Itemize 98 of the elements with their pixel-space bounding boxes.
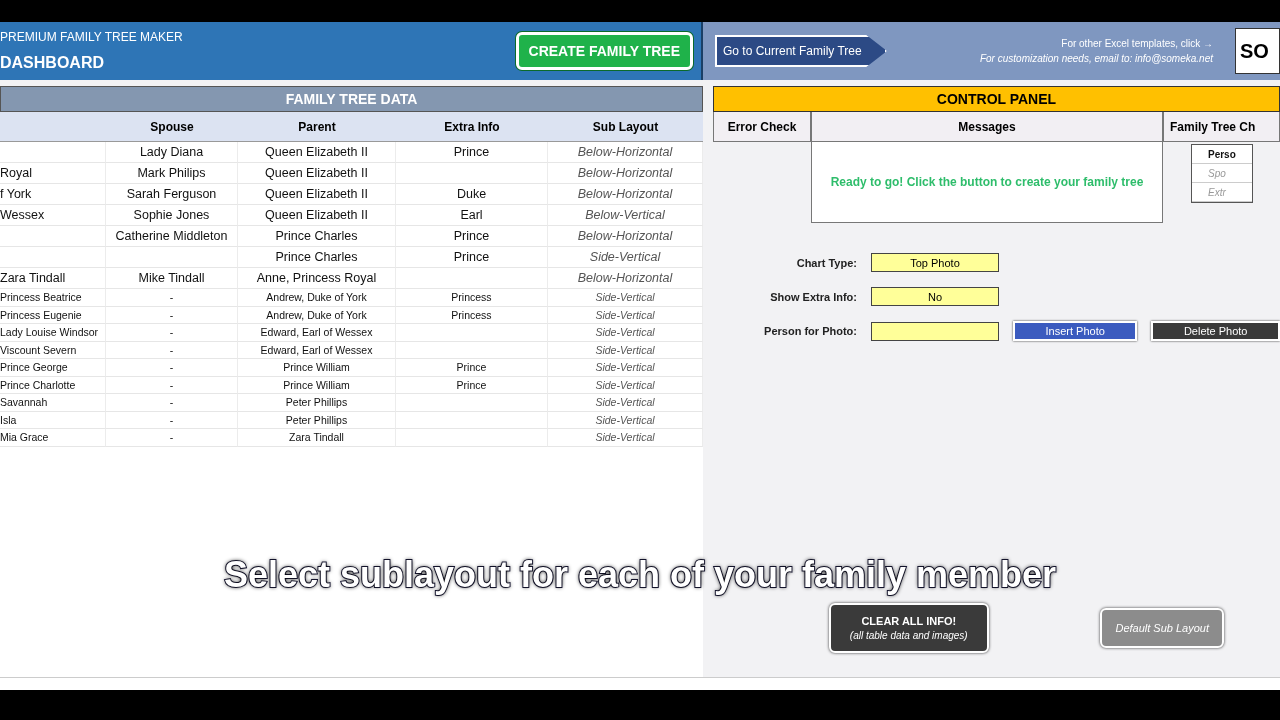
table-cell: Andrew, Duke of York bbox=[238, 306, 396, 324]
table-cell: - bbox=[106, 289, 238, 307]
table-cell: Earl bbox=[396, 205, 548, 226]
table-cell: Below-Horizontal bbox=[548, 163, 703, 184]
table-cell: Sophie Jones bbox=[106, 205, 238, 226]
table-cell: Prince bbox=[396, 226, 548, 247]
horizontal-scrollbar[interactable] bbox=[0, 677, 1280, 690]
table-cell: Mia Grace bbox=[0, 429, 106, 447]
table-cell: Prince bbox=[396, 359, 548, 377]
table-cell: Princess Eugenie bbox=[0, 306, 106, 324]
table-cell: Princess Beatrice bbox=[0, 289, 106, 307]
table-cell: Prince William bbox=[238, 376, 396, 394]
input-field[interactable]: Top Photo bbox=[871, 253, 999, 272]
table-cell: Below-Horizontal bbox=[548, 226, 703, 247]
table-cell: Side-Vertical bbox=[548, 411, 703, 429]
table-cell: Queen Elizabeth II bbox=[238, 163, 396, 184]
table-cell: Side-Vertical bbox=[548, 324, 703, 342]
table-cell: Queen Elizabeth II bbox=[238, 184, 396, 205]
table-cell: Side-Vertical bbox=[548, 247, 703, 268]
status-message: Ready to go! Click the button to create your family tree bbox=[830, 175, 1144, 189]
table-cell: Catherine Middleton bbox=[106, 226, 238, 247]
table-cell: Lady Louise Windsor bbox=[0, 324, 106, 342]
column-header: Parent bbox=[238, 112, 396, 142]
table-cell: Side-Vertical bbox=[548, 289, 703, 307]
clear-all-button[interactable]: CLEAR ALL INFO! (all table data and images) bbox=[828, 603, 989, 653]
dashboard-title: DASHBOARD bbox=[0, 54, 105, 72]
legend-item: Spo bbox=[1192, 164, 1252, 183]
panel-column-header: Error Check bbox=[713, 112, 811, 142]
table-cell: Prince bbox=[396, 247, 548, 268]
table-cell: Side-Vertical bbox=[548, 394, 703, 412]
legend-item: Perso bbox=[1192, 145, 1252, 164]
table-cell: Princess bbox=[396, 306, 548, 324]
table-cell: Edward, Earl of Wessex bbox=[238, 324, 396, 342]
table-cell: - bbox=[106, 411, 238, 429]
table-cell: Prince Charles bbox=[238, 226, 396, 247]
table-cell: Isla bbox=[0, 411, 106, 429]
table-cell: Below-Horizontal bbox=[548, 184, 703, 205]
table-cell: Below-Horizontal bbox=[548, 268, 703, 289]
table-cell: Savannah bbox=[0, 394, 106, 412]
table-cell: Side-Vertical bbox=[548, 429, 703, 447]
table-cell: - bbox=[106, 341, 238, 359]
column-header: Spouse bbox=[106, 112, 238, 142]
table-cell: Viscount Severn bbox=[0, 341, 106, 359]
table-cell: Peter Phillips bbox=[238, 394, 396, 412]
app-subtitle: PREMIUM FAMILY TREE MAKER bbox=[0, 30, 183, 44]
insert-photo-button[interactable]: Insert Photo bbox=[1013, 321, 1138, 341]
table-cell: Prince Charlotte bbox=[0, 376, 106, 394]
panel-column-header: Messages bbox=[811, 112, 1163, 142]
table-cell: Royal bbox=[0, 163, 106, 184]
table-cell: Side-Vertical bbox=[548, 376, 703, 394]
table-cell: Anne, Princess Royal bbox=[238, 268, 396, 289]
column-header: Sub Layout bbox=[548, 112, 703, 142]
table-cell: Duke bbox=[396, 184, 548, 205]
table-cell: Prince bbox=[396, 376, 548, 394]
table-cell: - bbox=[106, 394, 238, 412]
table-cell: Edward, Earl of Wessex bbox=[238, 341, 396, 359]
video-caption: Select sublayout for each of your family member bbox=[222, 554, 1058, 596]
table-cell: - bbox=[106, 324, 238, 342]
contact-text: For customization needs, email to: info@someka.net bbox=[979, 53, 1213, 64]
logo: SO bbox=[1235, 28, 1280, 74]
table-cell: Mike Tindall bbox=[106, 268, 238, 289]
table-cell: Prince Charles bbox=[238, 247, 396, 268]
table-cell: Prince bbox=[396, 142, 548, 163]
table-cell: Below-Horizontal bbox=[548, 142, 703, 163]
delete-photo-button[interactable]: Delete Photo bbox=[1151, 321, 1280, 341]
table-cell: - bbox=[106, 359, 238, 377]
table-cell: - bbox=[106, 429, 238, 447]
control-panel-title: CONTROL PANEL bbox=[713, 86, 1280, 112]
table-cell: Queen Elizabeth II bbox=[238, 142, 396, 163]
table-cell: Side-Vertical bbox=[548, 341, 703, 359]
table-cell: f York bbox=[0, 184, 106, 205]
table-cell: Princess bbox=[396, 289, 548, 307]
table-cell: Peter Phillips bbox=[238, 411, 396, 429]
table-cell: Queen Elizabeth II bbox=[238, 205, 396, 226]
table-cell: Side-Vertical bbox=[548, 306, 703, 324]
column-header: Extra Info bbox=[396, 112, 548, 142]
go-to-tree-button[interactable]: Go to Current Family Tree bbox=[715, 35, 887, 67]
field-label: Chart Type: bbox=[795, 256, 857, 269]
input-field[interactable]: No bbox=[871, 287, 999, 306]
table-cell: Below-Vertical bbox=[548, 205, 703, 226]
table-cell: Prince William bbox=[238, 359, 396, 377]
table-cell: Sarah Ferguson bbox=[106, 184, 238, 205]
panel-column-header: Family Tree Ch bbox=[1163, 112, 1280, 142]
table-cell: Side-Vertical bbox=[548, 359, 703, 377]
field-label: Person for Photo: bbox=[763, 325, 857, 337]
input-field[interactable] bbox=[871, 321, 999, 341]
table-cell: Zara Tindall bbox=[238, 429, 396, 447]
table-cell: Zara Tindall bbox=[0, 268, 106, 289]
legend-item: Extr bbox=[1192, 183, 1252, 202]
field-label: Show Extra Info: bbox=[769, 290, 857, 303]
table-cell: Andrew, Duke of York bbox=[238, 289, 396, 307]
table-cell: Lady Diana bbox=[106, 142, 238, 163]
table-cell: - bbox=[106, 376, 238, 394]
table-cell: Wessex bbox=[0, 205, 106, 226]
table-title: FAMILY TREE DATA bbox=[0, 86, 703, 112]
table-cell: Prince George bbox=[0, 359, 106, 377]
table-cell: - bbox=[106, 306, 238, 324]
table-cell: Mark Philips bbox=[106, 163, 238, 184]
